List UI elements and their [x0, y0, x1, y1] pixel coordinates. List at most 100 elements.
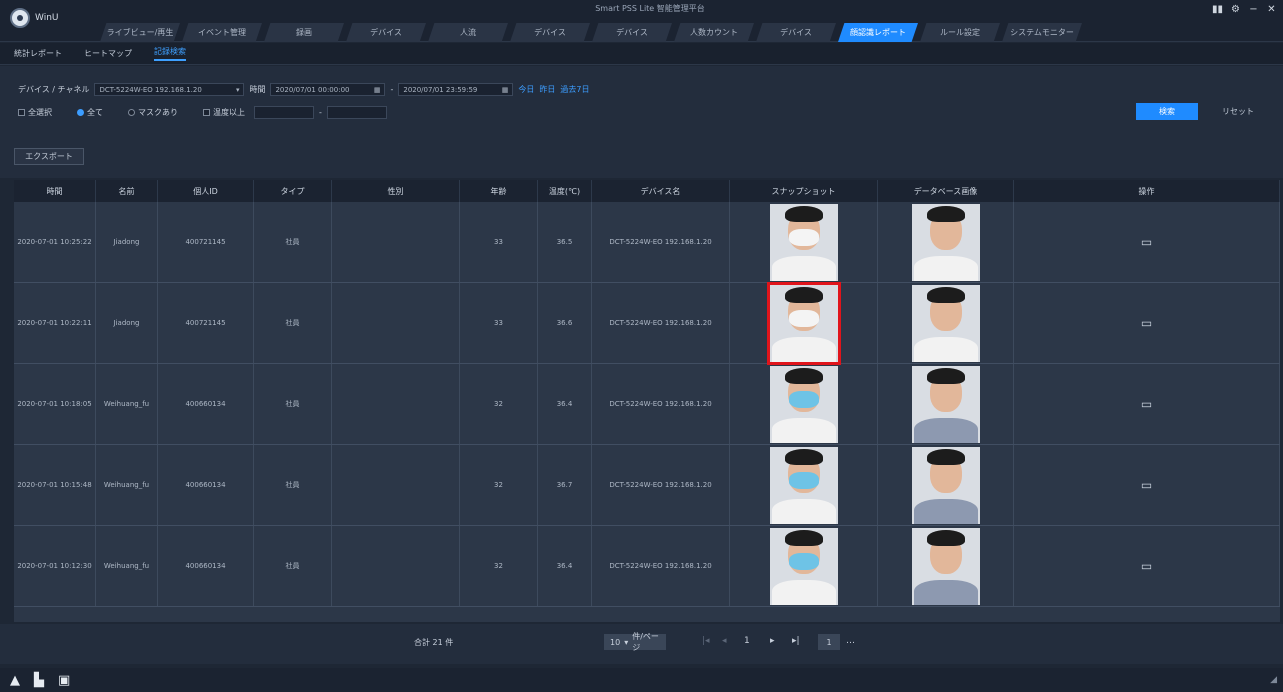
- temp-max-input[interactable]: [326, 106, 387, 119]
- close-icon[interactable]: ✕: [1266, 5, 1277, 15]
- device-select[interactable]: DCT-5224W-EO 192.168.1.20 ▾: [94, 83, 245, 96]
- subtab-0[interactable]: 統計レポート: [14, 48, 62, 59]
- table-row[interactable]: 2020-07-01 10:22:11 Jiadong 400721145 社員 33 3…: [14, 281, 1280, 365]
- quick-link-7days[interactable]: 過去7日: [560, 84, 589, 95]
- cell-temp: 36.4: [538, 364, 592, 444]
- hair-shape: [784, 448, 823, 465]
- snapshot-image[interactable]: [769, 365, 838, 443]
- warning-icon[interactable]: ▲: [10, 673, 20, 688]
- tab-9[interactable]: 顔認識レポート: [838, 23, 918, 42]
- cell-device: DCT-5224W-EO 192.168.1.20: [592, 526, 730, 606]
- subtab-2[interactable]: 記録検索: [154, 46, 186, 61]
- view-icon[interactable]: ▭: [1141, 235, 1152, 249]
- cell-name: Jiadong: [96, 283, 158, 363]
- snapshot-image[interactable]: [769, 446, 838, 524]
- chevron-down-icon: ▾: [235, 85, 240, 94]
- filter-row-2: 全選択 全て マスクあり 温度以上 -: [18, 106, 387, 119]
- column-header: 操作: [1014, 180, 1280, 202]
- table-row[interactable]: 2020-07-01 10:18:05 Weihuang_fu 400660134 社…: [14, 364, 1280, 445]
- view-icon[interactable]: ▭: [1141, 316, 1152, 330]
- tab-2[interactable]: 録画: [264, 23, 344, 42]
- minimize-icon[interactable]: −: [1248, 5, 1259, 15]
- cell-database-image: [878, 202, 1014, 282]
- snapshot-image[interactable]: [769, 203, 838, 281]
- snapshot-image[interactable]: [766, 281, 841, 365]
- shirt-shape: [771, 255, 836, 281]
- tab-10[interactable]: ルール設定: [920, 23, 1000, 42]
- database-image-image[interactable]: [911, 446, 980, 524]
- goto-page-button[interactable]: …: [846, 636, 855, 646]
- column-header: 時間: [14, 180, 96, 202]
- database-image-image[interactable]: [911, 203, 980, 281]
- goto-page-input[interactable]: 1: [818, 634, 840, 650]
- screen-icon[interactable]: ▣: [58, 673, 70, 688]
- column-header: 名前: [96, 180, 158, 202]
- table-header: 時間 名前 個人ID タイプ 性別 年齢 温度(℃) デバイス名 スナップショット データベース画…: [14, 180, 1280, 202]
- cell-database-image: [878, 526, 1014, 606]
- cell-snapshot: [730, 526, 878, 606]
- all-checkbox[interactable]: 全選択: [18, 107, 52, 118]
- last-page-icon[interactable]: ▸|: [792, 636, 800, 646]
- per-page-label: 件/ページ: [632, 632, 659, 652]
- tab-1[interactable]: イベント管理: [182, 23, 262, 42]
- mask-shape: [788, 471, 819, 489]
- cell-gender: [332, 364, 460, 444]
- search-button[interactable]: 検索: [1136, 103, 1198, 120]
- total-count: 合計 21 件: [414, 638, 454, 647]
- shirt-shape: [913, 255, 978, 281]
- next-page-icon[interactable]: ▸: [770, 636, 775, 646]
- cell-operation: ▭: [1014, 364, 1280, 444]
- table-row[interactable]: 2020-07-01 10:15:48 Weihuang_fu 400660134 社…: [14, 445, 1280, 526]
- calendar-icon[interactable]: ▦: [374, 86, 381, 94]
- radio-all[interactable]: 全て: [77, 107, 103, 118]
- tab-11[interactable]: システムモニター: [1002, 23, 1082, 42]
- table-row[interactable]: 2020-07-01 10:12:30 Weihuang_fu 400660134 社…: [14, 526, 1280, 607]
- pause-icon[interactable]: ▮▮: [1212, 5, 1223, 15]
- page-size-select[interactable]: 10 ▾ 件/ページ: [604, 632, 666, 652]
- tab-4[interactable]: 人流: [428, 23, 508, 42]
- document-icon[interactable]: ▙: [34, 673, 44, 688]
- database-image-image[interactable]: [911, 365, 980, 443]
- radio-mask[interactable]: マスクあり: [128, 107, 178, 118]
- calendar-icon[interactable]: ▦: [502, 86, 509, 94]
- table-row[interactable]: 2020-07-01 10:25:22 Jiadong 400721145 社員 33 3…: [14, 202, 1280, 283]
- temp-checkbox[interactable]: 温度以上: [203, 107, 245, 118]
- end-time-input[interactable]: 2020/07/01 23:59:59 ▦: [398, 83, 514, 96]
- start-time-input[interactable]: 2020/07/01 00:00:00 ▦: [270, 83, 386, 96]
- tab-8[interactable]: デバイス: [756, 23, 836, 42]
- tab-3[interactable]: デバイス: [346, 23, 426, 42]
- reset-button[interactable]: リセット: [1208, 103, 1268, 120]
- tab-7[interactable]: 人数カウント: [674, 23, 754, 42]
- cell-temp: 36.4: [538, 526, 592, 606]
- cell-gender: [332, 202, 460, 282]
- settings-icon[interactable]: ⚙: [1230, 5, 1241, 15]
- cell-device: DCT-5224W-EO 192.168.1.20: [592, 445, 730, 525]
- export-button[interactable]: エクスポート: [14, 148, 84, 165]
- view-icon[interactable]: ▭: [1141, 397, 1152, 411]
- cell-time: 2020-07-01 10:22:11: [14, 283, 96, 363]
- quick-link-today[interactable]: 今日: [518, 84, 534, 95]
- cell-temp: 36.7: [538, 445, 592, 525]
- cell-id: 400660134: [158, 364, 254, 444]
- hair-shape: [926, 367, 965, 384]
- time-label: 時間: [249, 85, 266, 94]
- database-image-image[interactable]: [911, 284, 980, 362]
- prev-page-icon[interactable]: ◂: [722, 636, 727, 646]
- tab-0[interactable]: ライブビュー/再生: [100, 23, 180, 42]
- filter-panel: デバイス / チャネル DCT-5224W-EO 192.168.1.20 ▾ …: [0, 66, 1283, 178]
- hair-shape: [784, 205, 823, 222]
- cell-operation: ▭: [1014, 526, 1280, 606]
- results-table: 時間 名前 個人ID タイプ 性別 年齢 温度(℃) デバイス名 スナップショット データベース画…: [14, 180, 1280, 622]
- subtab-1[interactable]: ヒートマップ: [84, 48, 132, 59]
- database-image-image[interactable]: [911, 527, 980, 605]
- temp-min-input[interactable]: [254, 106, 314, 119]
- view-icon[interactable]: ▭: [1141, 559, 1152, 573]
- quick-link-yesterday[interactable]: 昨日: [539, 84, 555, 95]
- tab-6[interactable]: デバイス: [592, 23, 672, 42]
- resize-grip-icon[interactable]: ◢: [1270, 675, 1277, 685]
- tab-5[interactable]: デバイス: [510, 23, 590, 42]
- first-page-icon[interactable]: |◂: [702, 636, 710, 646]
- app-logo: WinU: [10, 8, 59, 28]
- view-icon[interactable]: ▭: [1141, 478, 1152, 492]
- snapshot-image[interactable]: [769, 527, 838, 605]
